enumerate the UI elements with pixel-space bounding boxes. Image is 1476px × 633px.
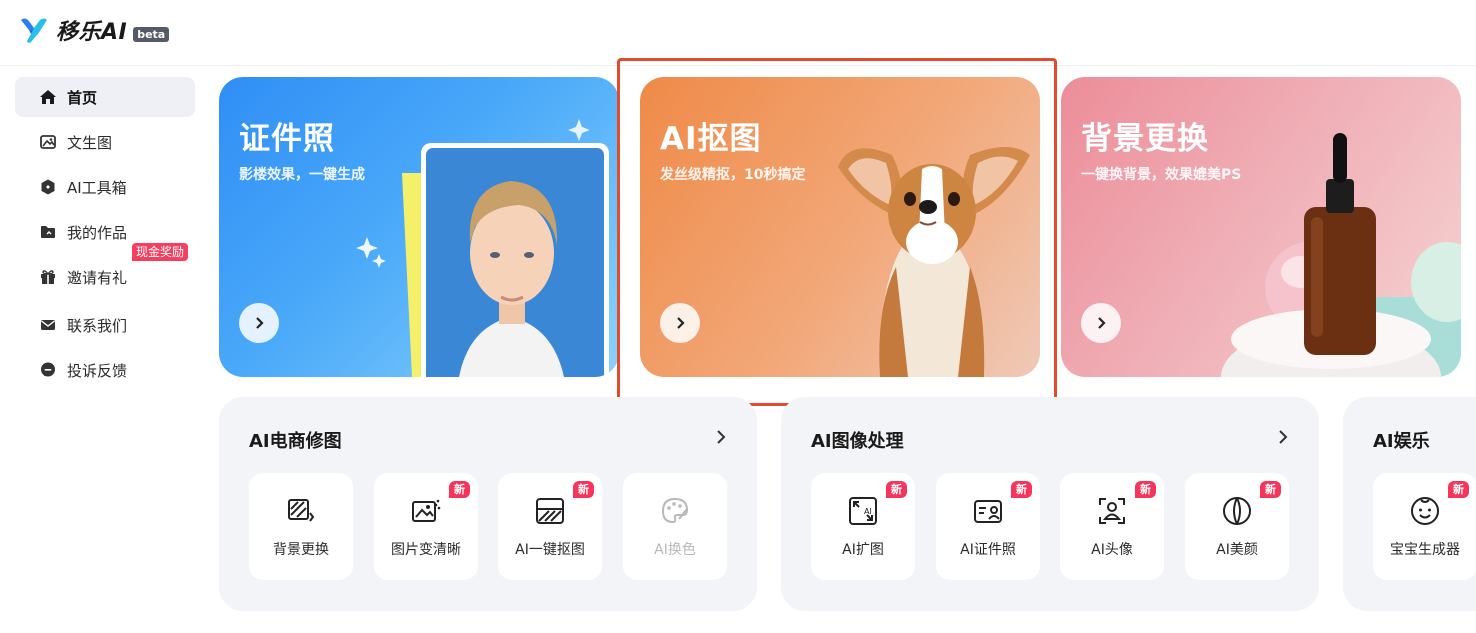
- logo-mark-icon: [21, 18, 47, 43]
- sidebar-item-label: 投诉反馈: [67, 361, 128, 380]
- tool-ai-cutout[interactable]: 新 AI一键抠图: [498, 473, 602, 580]
- tool-ai-avatar[interactable]: 新 AI头像: [1060, 473, 1164, 580]
- mail-icon: [39, 316, 57, 334]
- sidebar-item-label: 我的作品: [67, 223, 128, 242]
- sidebar-item-text-to-image[interactable]: 文生图: [15, 122, 195, 162]
- chevron-right-icon: [256, 317, 264, 329]
- svg-text:AI: AI: [864, 507, 872, 516]
- banner-id-photo[interactable]: 证件照 影楼效果，一键生成: [219, 77, 619, 377]
- chevron-right-icon[interactable]: [1275, 429, 1291, 445]
- sidebar-item-contact[interactable]: 联系我们: [15, 305, 195, 345]
- sidebar-item-label: AI工具箱: [67, 178, 127, 197]
- banner-background-replace[interactable]: 背景更换 一键换背景，效果媲美PS: [1061, 77, 1461, 377]
- chevron-right-icon[interactable]: [713, 429, 729, 445]
- new-badge: 新: [1011, 481, 1032, 498]
- banner-title: 证件照: [239, 121, 335, 157]
- sidebar-item-home[interactable]: 首页: [15, 77, 195, 117]
- new-badge: 新: [449, 481, 470, 498]
- banner-subtitle: 发丝级精抠，10秒搞定: [660, 167, 806, 183]
- sidebar-item-feedback[interactable]: 投诉反馈: [15, 350, 195, 390]
- chat-icon: [39, 361, 57, 379]
- tool-ai-recolor[interactable]: AI换色: [623, 473, 727, 580]
- panel-ai-image-processing: AI图像处理 新 AI AI扩图 新 AI证件照 新 AI头像 新 AI美颜: [781, 397, 1319, 611]
- tool-label: AI证件照: [960, 542, 1016, 558]
- tool-ai-expand-image[interactable]: 新 AI AI扩图: [811, 473, 915, 580]
- banner-subtitle: 一键换背景，效果媲美PS: [1081, 167, 1242, 183]
- palette-icon: [657, 493, 693, 529]
- beauty-icon: [1219, 493, 1255, 529]
- beta-badge: beta: [133, 26, 170, 42]
- chevron-right-icon: [677, 317, 685, 329]
- banner-arrow-button[interactable]: [660, 303, 700, 343]
- folder-icon: [39, 223, 57, 241]
- logo-text: 移乐AI: [56, 20, 128, 45]
- panel-title: AI电商修图: [249, 431, 342, 452]
- new-badge: 新: [886, 481, 907, 498]
- tool-label: AI扩图: [842, 542, 884, 558]
- banner-title: AI抠图: [660, 121, 762, 157]
- sidebar-item-label: 文生图: [67, 133, 113, 152]
- home-icon: [39, 88, 57, 106]
- tool-label: 宝宝生成器: [1390, 542, 1460, 558]
- tool-label: AI头像: [1091, 542, 1133, 558]
- top-header: 移乐AI beta: [0, 0, 1476, 66]
- banner-ai-cutout[interactable]: AI抠图 发丝级精抠，10秒搞定: [640, 77, 1040, 377]
- sidebar-item-label: 首页: [67, 88, 98, 107]
- baby-face-icon: [1407, 493, 1443, 529]
- new-badge: 新: [1448, 481, 1469, 498]
- logo[interactable]: 移乐AI beta: [18, 14, 170, 46]
- id-card-icon: [970, 493, 1006, 529]
- banner-arrow-button[interactable]: [239, 303, 279, 343]
- tool-background-replace[interactable]: 背景更换: [249, 473, 353, 580]
- cutout-icon: [532, 493, 568, 529]
- sharpen-image-icon: [408, 493, 444, 529]
- sidebar-item-invite[interactable]: 邀请有礼 现金奖励: [15, 243, 195, 297]
- new-badge: 新: [1135, 481, 1156, 498]
- chevron-right-icon: [1098, 317, 1106, 329]
- avatar-scan-icon: [1094, 493, 1130, 529]
- background-replace-icon: [283, 493, 319, 529]
- banner-arrow-button[interactable]: [1081, 303, 1121, 343]
- sidebar-item-label: 联系我们: [67, 316, 128, 335]
- sidebar-item-label: 邀请有礼: [67, 268, 128, 287]
- tool-label: AI换色: [654, 542, 696, 558]
- tool-label: AI美颜: [1216, 542, 1258, 558]
- toolbox-icon: [39, 178, 57, 196]
- new-badge: 新: [573, 481, 594, 498]
- tool-label: 背景更换: [273, 542, 329, 558]
- sidebar-item-ai-toolbox[interactable]: AI工具箱: [15, 167, 195, 207]
- tool-ai-id-photo[interactable]: 新 AI证件照: [936, 473, 1040, 580]
- new-badge: 新: [1260, 481, 1281, 498]
- banner-subtitle: 影楼效果，一键生成: [239, 167, 365, 183]
- panel-ai-ecommerce-retouch: AI电商修图 背景更换 新 图片变清晰 新 AI一键抠图 AI换色: [219, 397, 757, 611]
- panel-ai-entertainment: AI娱乐 新 宝宝生成器: [1343, 397, 1476, 611]
- image-icon: [39, 133, 57, 151]
- sidebar: 首页 文生图 AI工具箱 我的作品 邀请有礼 现金奖励 联系我们 投诉反馈: [15, 77, 195, 395]
- tool-label: 图片变清晰: [391, 542, 461, 558]
- tool-baby-generator[interactable]: 新 宝宝生成器: [1373, 473, 1476, 580]
- cash-reward-badge: 现金奖励: [132, 243, 189, 261]
- tool-label: AI一键抠图: [515, 542, 585, 558]
- gift-icon: [39, 268, 57, 286]
- expand-image-icon: AI: [845, 493, 881, 529]
- panel-title: AI图像处理: [811, 431, 904, 452]
- panel-title: AI娱乐: [1373, 431, 1430, 452]
- tool-sharpen-image[interactable]: 新 图片变清晰: [374, 473, 478, 580]
- banner-title: 背景更换: [1081, 121, 1209, 157]
- tool-ai-beauty[interactable]: 新 AI美颜: [1185, 473, 1289, 580]
